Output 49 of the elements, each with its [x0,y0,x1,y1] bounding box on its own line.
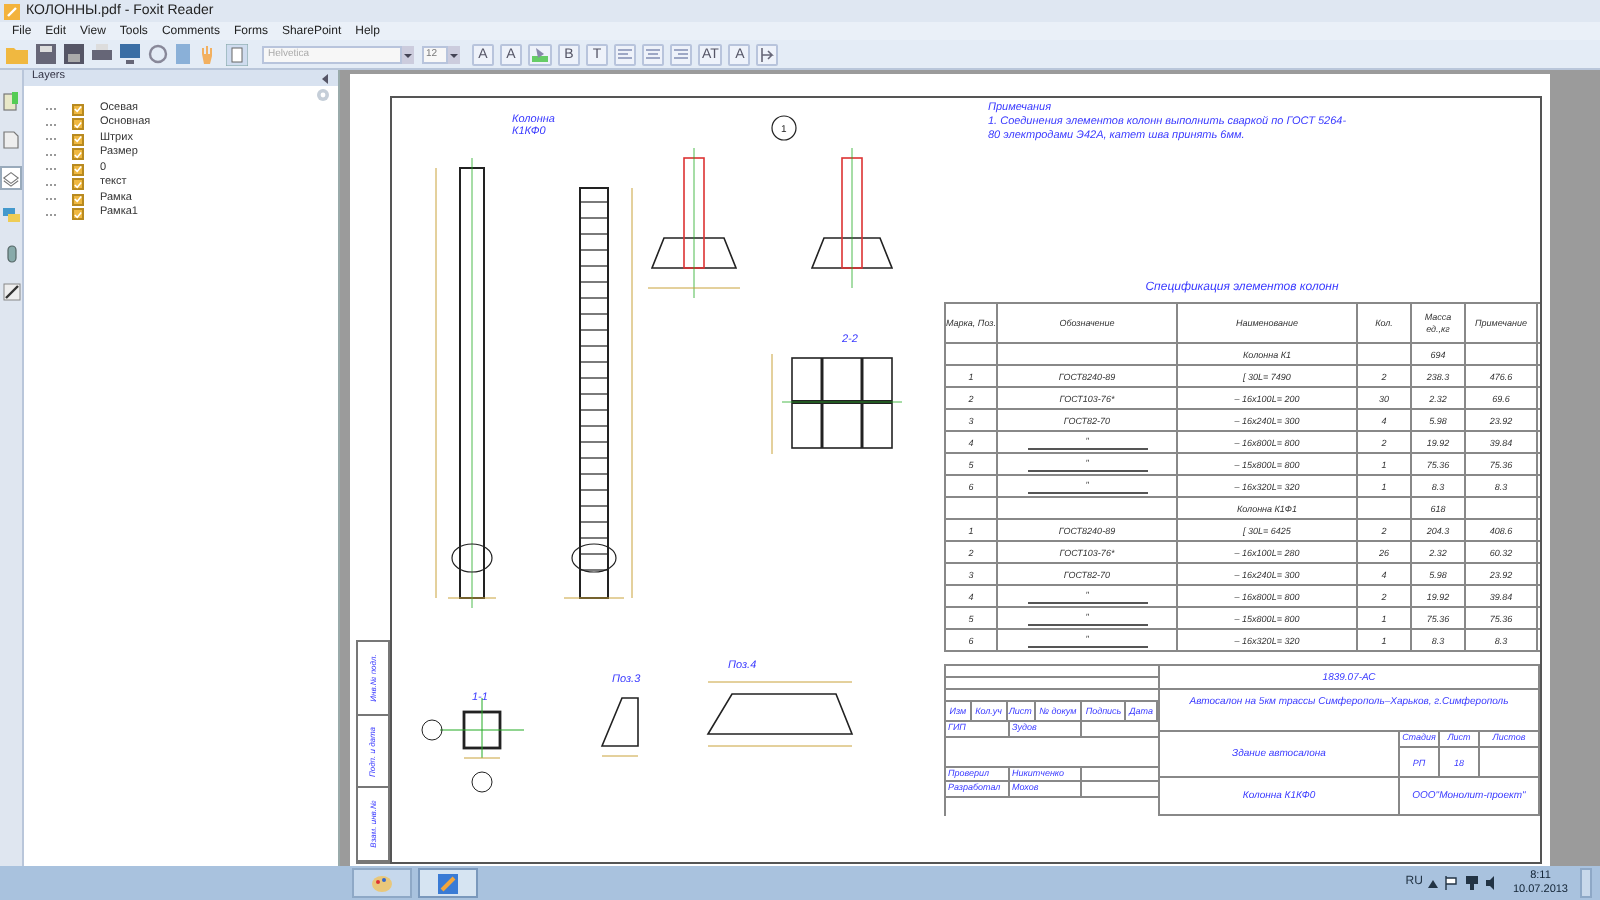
layer-checkbox[interactable] [72,148,84,160]
align-icon [646,47,660,61]
select-text-icon[interactable] [226,43,248,65]
hand-icon[interactable] [198,44,218,64]
plate-drawing [600,697,639,757]
layer-checkbox[interactable] [72,208,84,220]
layer-checkbox[interactable] [72,118,84,130]
axis-circle [471,771,493,793]
layer-checkbox[interactable] [72,178,84,190]
paperclip-icon [3,244,19,264]
align-icon [618,47,632,61]
sidebar-tab[interactable] [0,280,22,304]
align-icon [674,47,688,61]
collapse-icon[interactable] [322,73,330,83]
app-icon [4,3,20,19]
dropdown-icon[interactable] [448,45,460,63]
text-cursor-button[interactable] [756,43,779,65]
page-icon [2,130,20,150]
flag-icon[interactable] [1444,876,1459,890]
pen-icon [1,282,21,302]
settings-icon[interactable] [316,88,330,102]
dropdown-icon[interactable] [402,45,414,63]
layer-checkbox[interactable] [72,103,84,115]
show-desktop-button[interactable] [1580,868,1592,898]
palette-icon [372,873,392,893]
print-icon[interactable] [92,44,112,64]
align-button[interactable] [614,43,636,65]
align-button[interactable] [642,43,664,65]
layer-checkbox[interactable] [72,163,84,175]
cross-section-drawing [439,697,525,759]
chevron-up-icon[interactable] [1428,879,1439,887]
layer-checkbox[interactable] [72,133,84,145]
monitor-icon[interactable] [120,44,140,64]
layer-checkbox[interactable] [72,193,84,205]
fill-color-button[interactable] [528,43,552,65]
axis-circle [421,719,443,741]
callout-circle [771,115,797,141]
taskbar-app-button[interactable] [418,868,478,898]
bookmark-icon [2,92,20,112]
comment-icon [1,206,21,226]
paint-bucket-icon [532,46,548,62]
save-all-icon[interactable] [64,44,84,64]
align-button[interactable] [670,43,692,65]
save-icon[interactable] [36,44,56,64]
taskbar-app-button[interactable] [352,868,412,898]
app-icon [438,873,458,893]
cursor-icon [760,47,775,61]
layers-icon [2,168,20,188]
section-plan-drawing [771,353,903,455]
